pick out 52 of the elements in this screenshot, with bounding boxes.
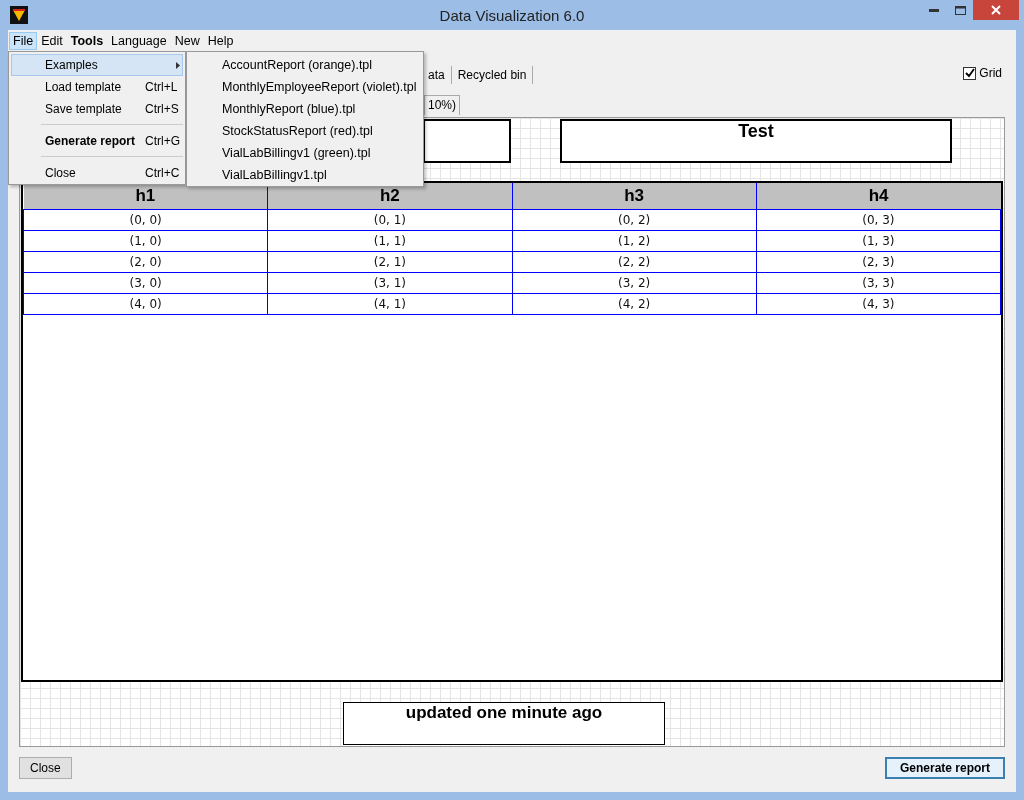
close-icon (991, 5, 1001, 15)
column-header: h4 (756, 182, 1001, 210)
menu-item[interactable]: VialLabBillingv1 (green).tpl (189, 142, 421, 164)
menu-item[interactable]: Language (107, 32, 171, 50)
menu-item[interactable]: StockStatusReport (red).tpl (189, 120, 421, 142)
menu-item[interactable]: Help (203, 32, 238, 50)
menu-item[interactable]: New (170, 32, 204, 50)
minimize-icon (929, 8, 939, 12)
menu-item[interactable]: Tools (66, 32, 108, 50)
table-cell: (4, 0) (23, 293, 268, 315)
tab[interactable]: 10%) (424, 95, 460, 115)
table-cell: (1, 3) (756, 230, 1001, 252)
menu-item[interactable]: Examples (11, 54, 183, 76)
table-cell: (3, 0) (23, 272, 268, 294)
table-cell: (0, 3) (756, 209, 1001, 231)
table-cell: (0, 1) (267, 209, 512, 231)
table-cell: (1, 0) (23, 230, 268, 252)
table-cell: (1, 1) (267, 230, 512, 252)
menu-item[interactable]: AccountReport (orange).tpl (189, 54, 421, 76)
app-icon (10, 6, 28, 24)
window-title: Data Visualization 6.0 (439, 7, 585, 24)
table-cell: (2, 0) (23, 251, 268, 273)
table-cell: (3, 1) (267, 272, 512, 294)
menu-item[interactable]: Save template Ctrl+S (11, 98, 183, 120)
table-cell: (1, 2) (512, 230, 757, 252)
dialog-button[interactable]: Close (19, 757, 72, 779)
table-cell: (0, 0) (23, 209, 268, 231)
column-header: h3 (512, 182, 757, 210)
menu-item[interactable]: File (9, 32, 38, 50)
checkbox-label: Grid (979, 66, 1002, 80)
table-cell: (2, 1) (267, 251, 512, 273)
table-cell: (3, 2) (512, 272, 757, 294)
close-button[interactable] (973, 0, 1019, 20)
table-cell: (3, 3) (756, 272, 1001, 294)
table-cell: (0, 2) (512, 209, 757, 231)
table-cell: (4, 3) (756, 293, 1001, 315)
menu-item[interactable]: MonthlyReport (blue).tpl (189, 98, 421, 120)
grid-checkbox[interactable] (963, 66, 977, 80)
menu-item[interactable]: Edit (37, 32, 67, 50)
table-cell: (2, 2) (512, 251, 757, 273)
menu-item[interactable]: MonthlyEmployeeReport (violet).tpl (189, 76, 421, 98)
menu-item[interactable]: Close Ctrl+C (11, 162, 183, 184)
table-cell: (2, 3) (756, 251, 1001, 273)
table-cell: (4, 1) (267, 293, 512, 315)
maximize-icon (954, 5, 966, 15)
table-cell: (4, 2) (512, 293, 757, 315)
menu-item[interactable]: Generate report Ctrl+G (11, 130, 183, 152)
toolbar-button[interactable]: Recycled bin (451, 66, 534, 84)
menu-item[interactable]: Load template Ctrl+L (11, 76, 183, 98)
dialog-button[interactable]: Generate report (884, 757, 1005, 779)
report-footer: updated one minute ago (343, 702, 665, 745)
report-title: Test (560, 119, 952, 163)
